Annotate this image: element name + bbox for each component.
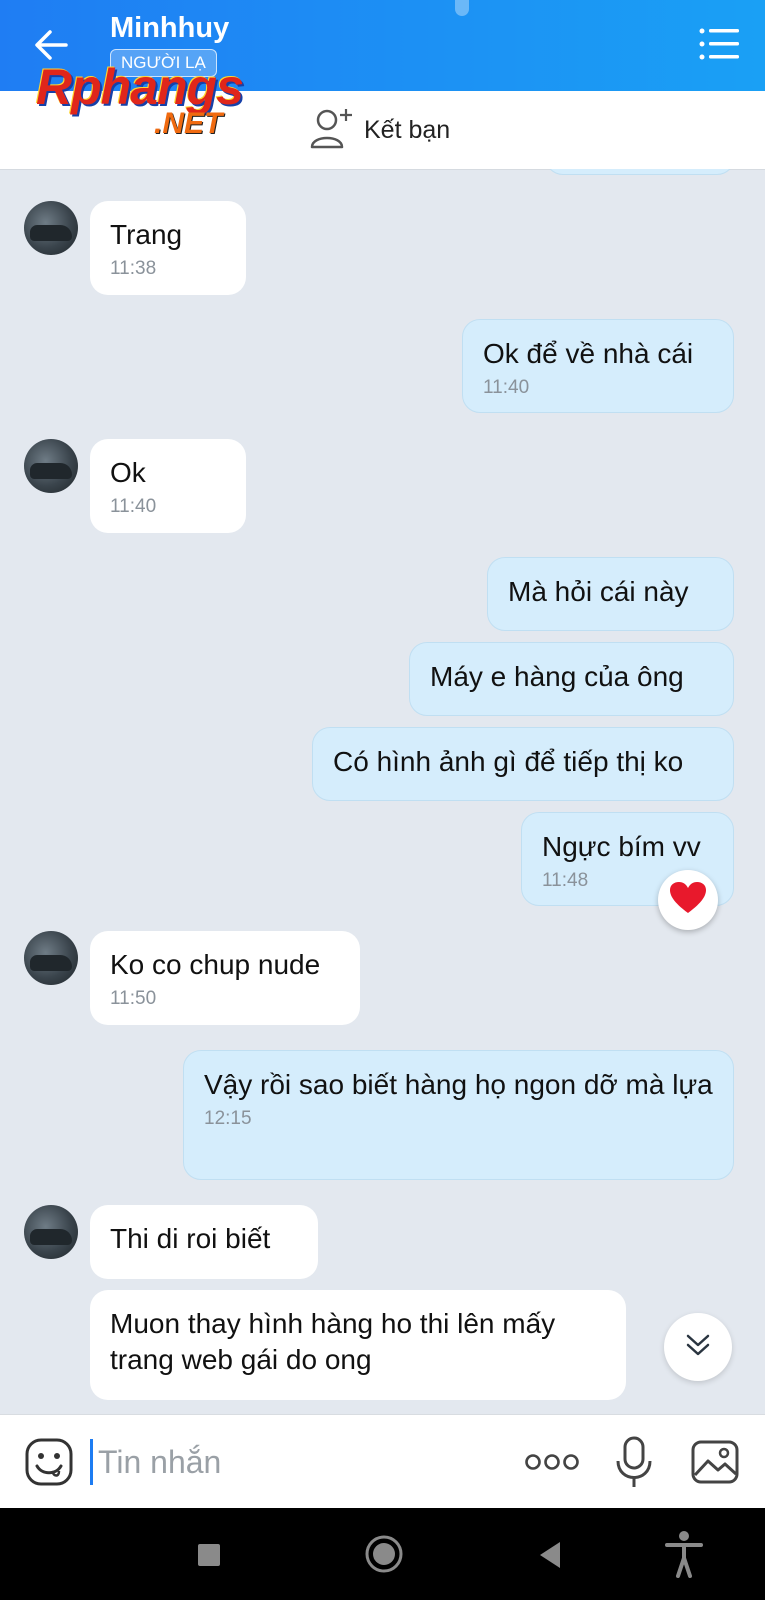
back-icon[interactable]: [530, 1534, 572, 1576]
message-bubble-out[interactable]: Có hình ảnh gì để tiếp thị ko: [312, 727, 734, 801]
watermark-logo: Rphangs .NET: [36, 62, 276, 142]
contact-name[interactable]: Minhhuy: [110, 12, 229, 45]
message-time: 11:38: [110, 258, 157, 279]
message-bubble-out[interactable]: Vậy rồi sao biết hàng họ ngon dỡ mà lựa …: [183, 1050, 734, 1180]
message-bubble-out[interactable]: Mà hỏi cái này: [487, 557, 734, 631]
avatar[interactable]: [24, 439, 78, 493]
add-friend-button[interactable]: Kết bạn: [310, 108, 450, 152]
message-text: Ok: [110, 457, 146, 488]
message-text: Ok để về nhà cái: [483, 338, 694, 369]
heart-reaction-button[interactable]: [658, 870, 718, 930]
message-input[interactable]: [96, 1435, 500, 1489]
home-icon[interactable]: [362, 1532, 406, 1576]
system-navigation-bar: [0, 1508, 765, 1600]
heart-icon: [669, 881, 707, 920]
avatar[interactable]: [24, 1205, 78, 1259]
message-text: Mà hỏi cái này: [508, 576, 689, 607]
message-time: 11:40: [483, 377, 530, 398]
watermark-suffix: .NET: [154, 107, 223, 140]
message-text: Ngực bím vv: [542, 831, 701, 862]
accessibility-icon[interactable]: [664, 1530, 704, 1578]
message-bubble-in[interactable]: Ko co chup nude 11:50: [90, 931, 360, 1025]
scroll-to-bottom-button[interactable]: [664, 1313, 732, 1381]
message-list[interactable]: Trang 11:38 Ok để về nhà cái 11:40 Ok 11…: [0, 169, 765, 1414]
avatar[interactable]: [24, 201, 78, 255]
add-user-icon: [310, 107, 354, 154]
message-text: Thi di roi biết: [110, 1223, 271, 1254]
message-bubble-out[interactable]: Máy e hàng của ông: [409, 642, 734, 716]
status-pill: [455, 0, 469, 16]
more-options-icon[interactable]: [524, 1445, 580, 1479]
message-text: Có hình ảnh gì để tiếp thị ko: [333, 746, 684, 777]
message-text: Ko co chup nude: [110, 949, 321, 980]
message-time: 12:15: [204, 1108, 252, 1129]
partial-message-bubble: [545, 169, 735, 175]
avatar[interactable]: [24, 931, 78, 985]
microphone-icon[interactable]: [614, 1435, 654, 1489]
message-bubble-out[interactable]: Ok để về nhà cái 11:40: [462, 319, 734, 413]
message-bubble-in[interactable]: Ok 11:40: [90, 439, 246, 533]
watermark-main: Rphangs: [36, 59, 244, 115]
double-chevron-down-icon: [683, 1330, 713, 1365]
message-bubble-in[interactable]: Trang 11:38: [90, 201, 246, 295]
message-text: Máy e hàng của ông: [430, 661, 684, 692]
image-icon[interactable]: [690, 1437, 740, 1487]
menu-list-icon[interactable]: [697, 24, 741, 64]
message-text: Muon thay hình hàng ho thi lên mấy trang…: [110, 1308, 556, 1375]
recent-apps-icon[interactable]: [188, 1534, 230, 1576]
message-composer: [0, 1414, 765, 1509]
message-time: 11:40: [110, 496, 157, 517]
message-bubble-in[interactable]: Thi di roi biết: [90, 1205, 318, 1279]
message-text: Vậy rồi sao biết hàng họ ngon dỡ mà lựa: [204, 1069, 713, 1100]
message-time: 11:50: [110, 988, 157, 1009]
add-friend-label: Kết bạn: [364, 115, 451, 144]
message-bubble-in[interactable]: Muon thay hình hàng ho thi lên mấy trang…: [90, 1290, 626, 1400]
text-cursor: [90, 1439, 93, 1485]
emoji-icon[interactable]: [24, 1437, 74, 1487]
message-text: Trang: [110, 219, 183, 250]
